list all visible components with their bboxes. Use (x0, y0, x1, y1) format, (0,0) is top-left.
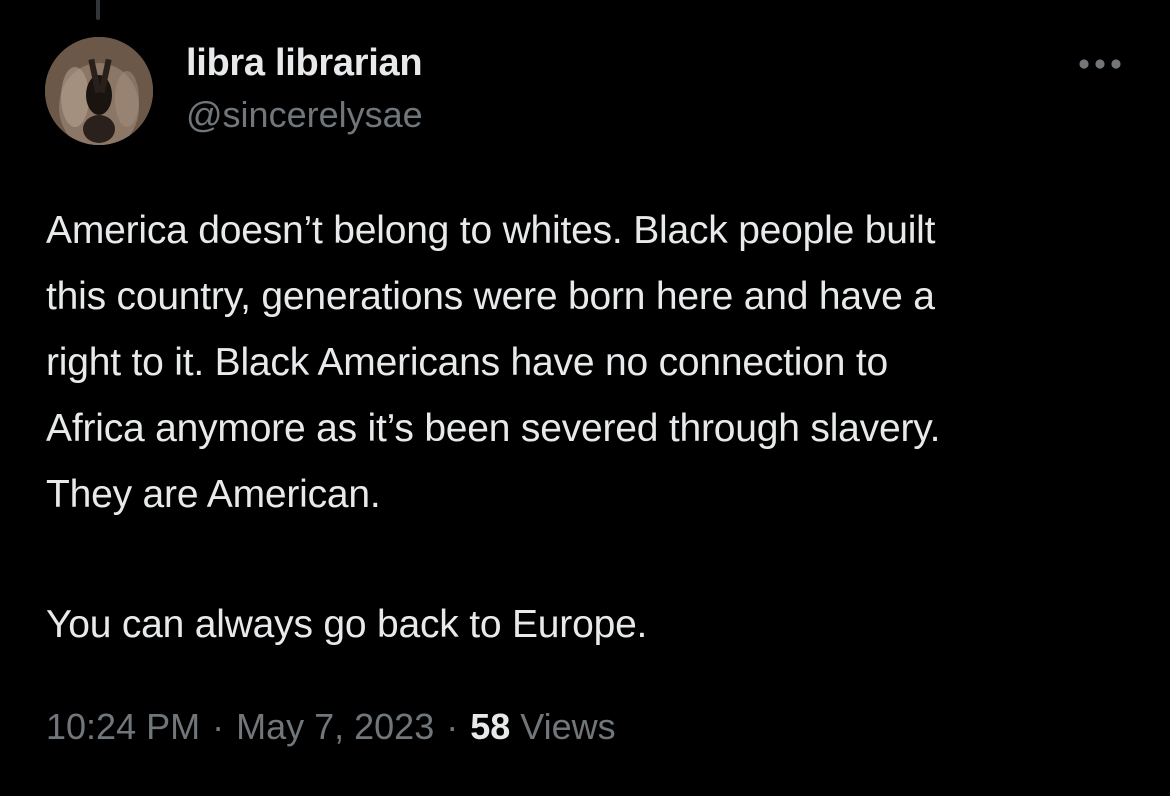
tweet-text-line: America doesn’t belong to whites. Black … (46, 209, 936, 252)
tweet-text-paragraph-2: You can always go back to Europe. (46, 603, 648, 646)
tweet-text-paragraph-1: America doesn’t belong to whites. Black … (46, 198, 1146, 528)
more-options-button[interactable] (1072, 46, 1128, 82)
tweet-text-line: Africa anymore as it’s been severed thro… (46, 407, 941, 450)
meta-separator: · (212, 706, 225, 747)
tweet-text-line: this country, generations were born here… (46, 275, 935, 318)
views-label[interactable]: Views (520, 706, 615, 747)
avatar-photo (45, 37, 153, 145)
tweet-body: America doesn’t belong to whites. Black … (46, 198, 1146, 658)
tweet-date[interactable]: May 7, 2023 (236, 706, 434, 747)
thread-connector-line (96, 0, 100, 20)
more-horizontal-icon (1079, 59, 1121, 69)
views-count[interactable]: 58 (470, 706, 510, 747)
meta-separator: · (446, 706, 459, 747)
avatar[interactable] (45, 37, 153, 145)
tweet-time[interactable]: 10:24 PM (46, 706, 200, 747)
author-display-name[interactable]: libra librarian (186, 38, 423, 88)
tweet-text-line: right to it. Black Americans have no con… (46, 341, 888, 384)
author-handle[interactable]: @sincerelysae (186, 88, 423, 142)
tweet-meta: 10:24 PM · May 7, 2023 · 58 Views (46, 700, 616, 754)
tweet-text-line: They are American. (46, 473, 381, 516)
author-block[interactable]: libra librarian @sincerelysae (186, 38, 423, 142)
